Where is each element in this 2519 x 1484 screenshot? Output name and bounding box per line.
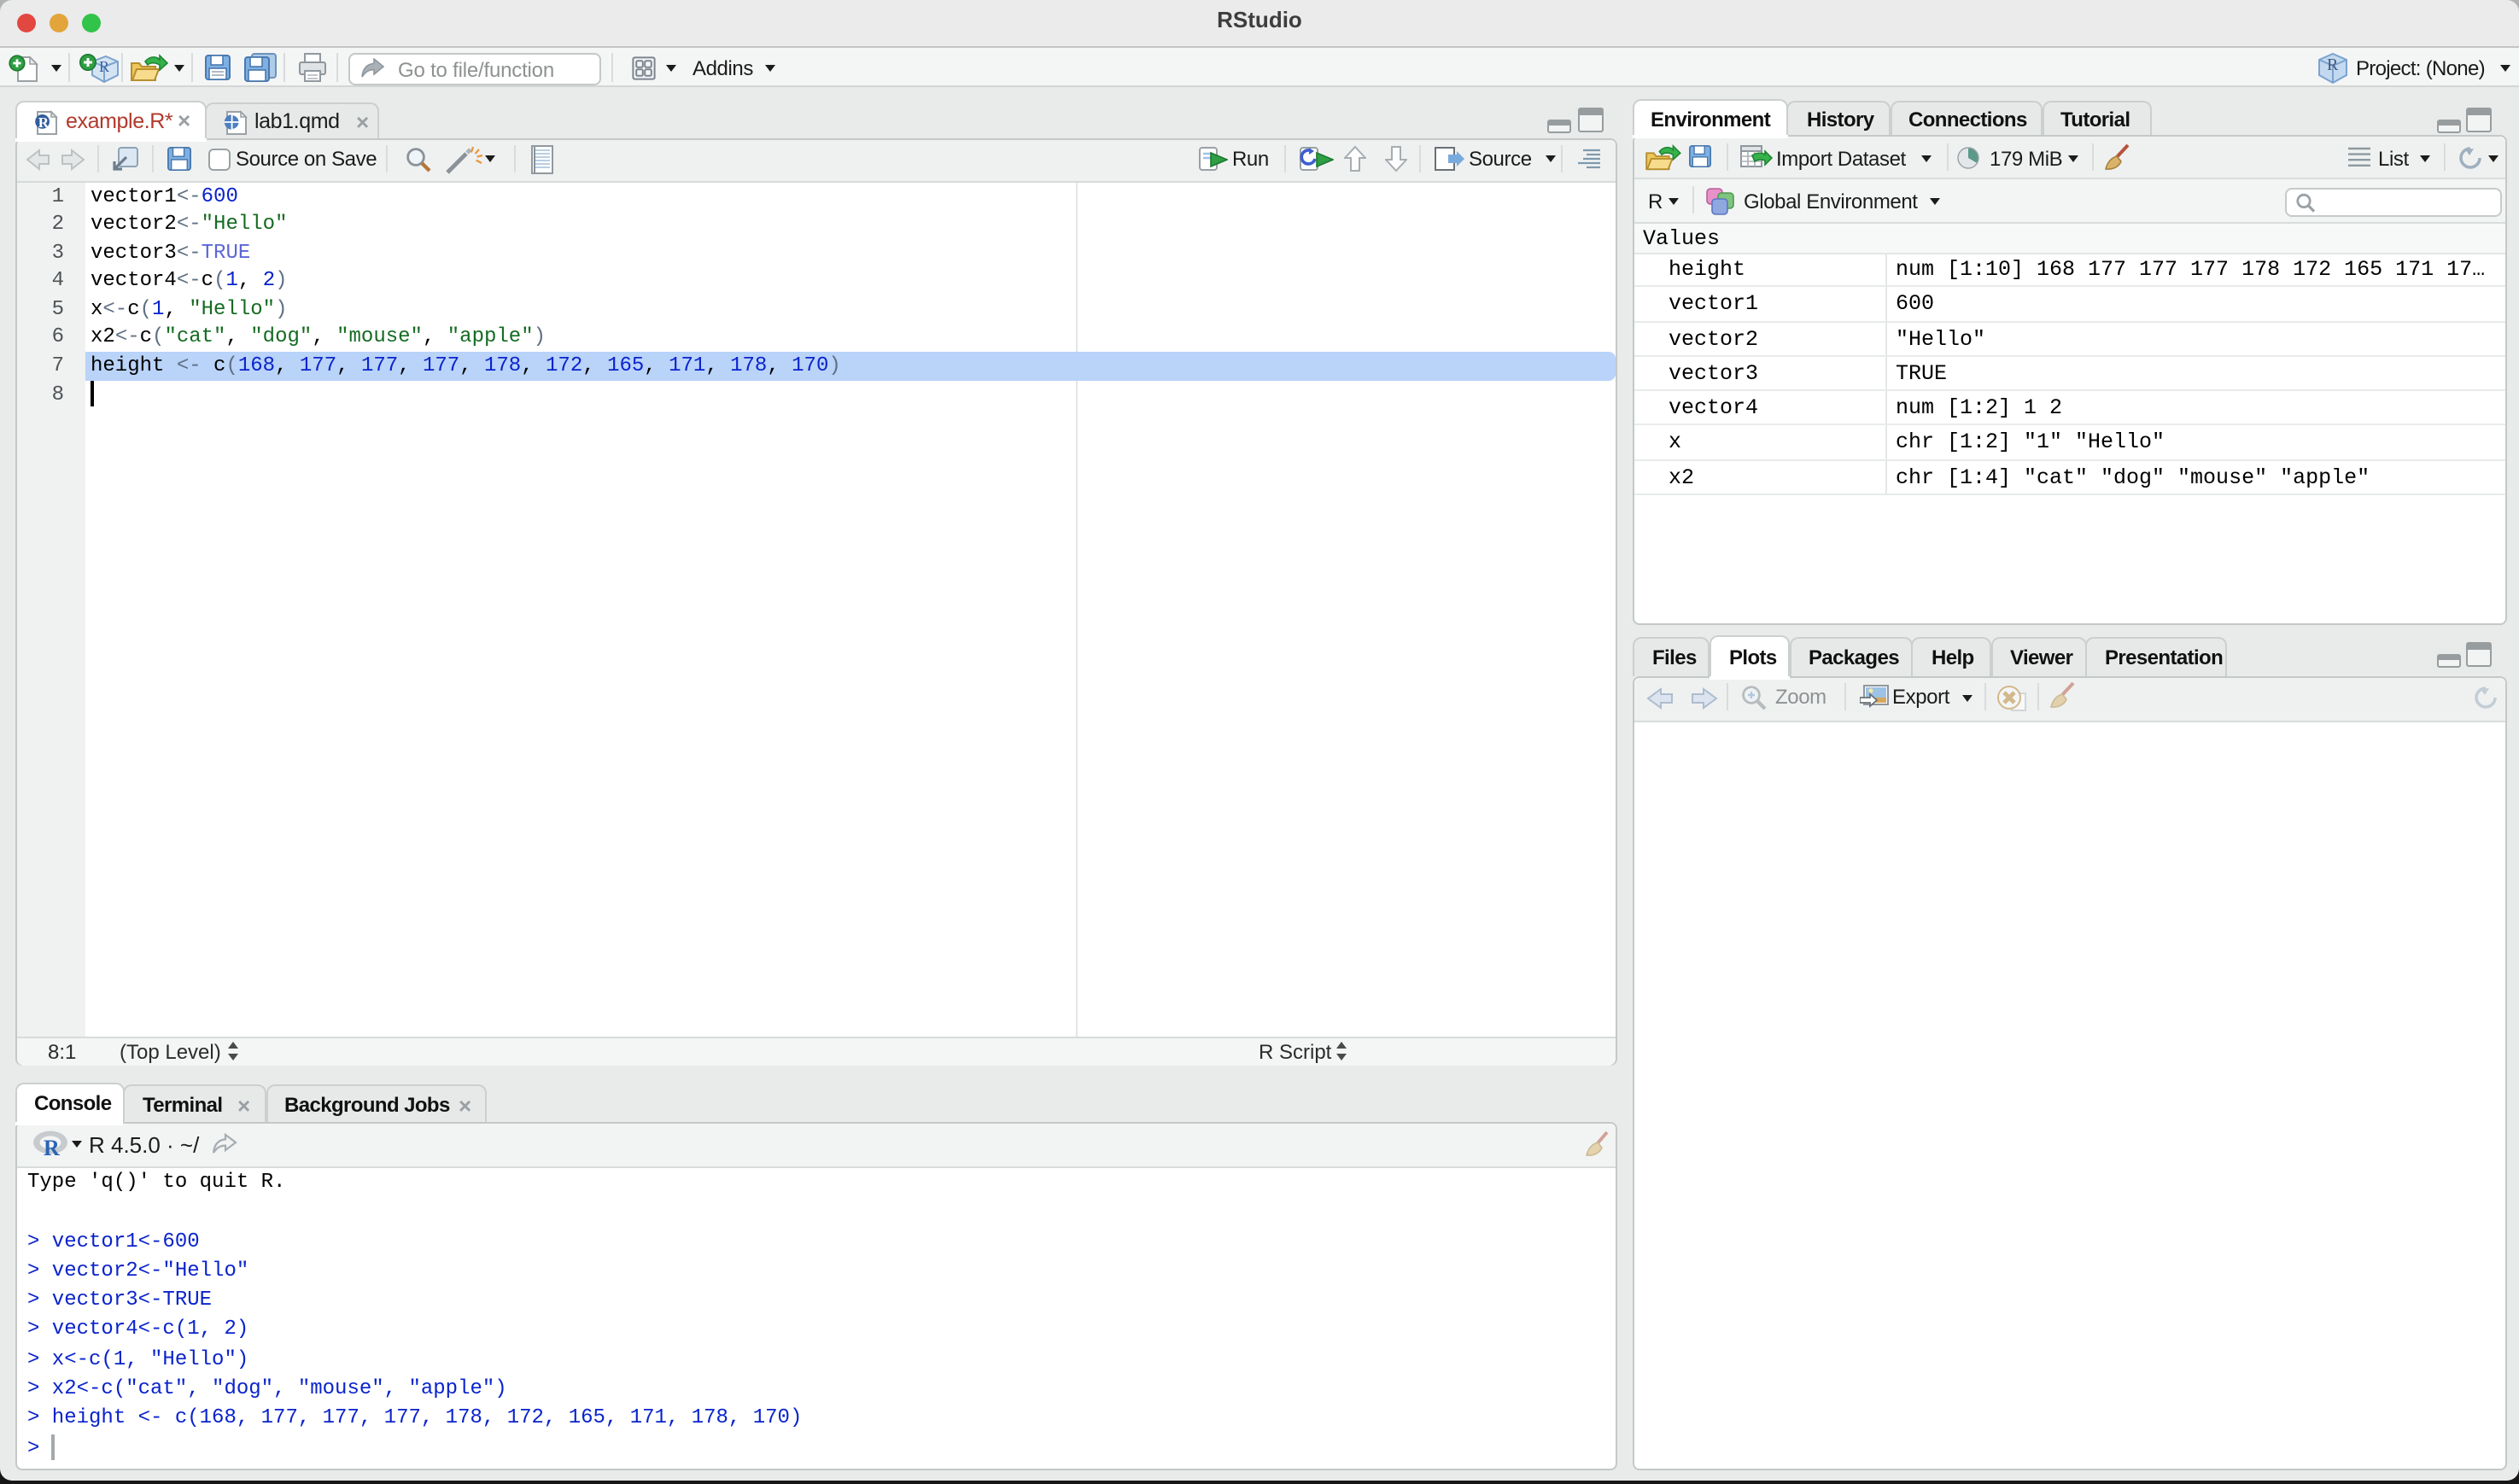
svg-text:R: R bbox=[44, 1136, 60, 1158]
svg-text:R: R bbox=[2327, 56, 2339, 74]
svg-text:R: R bbox=[38, 114, 50, 130]
svg-text:R: R bbox=[98, 58, 108, 75]
